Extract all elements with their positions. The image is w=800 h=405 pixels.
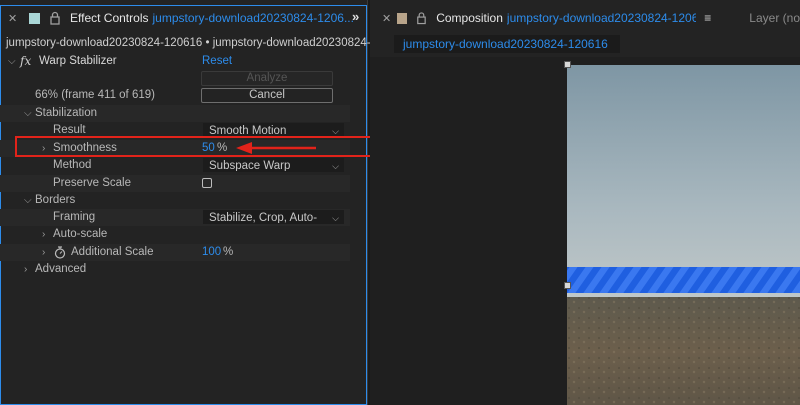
layer-tab-label[interactable]: Layer (no [749, 11, 800, 25]
advanced-group[interactable]: › Advanced [0, 261, 350, 278]
close-icon[interactable]: ✕ [382, 12, 393, 25]
breadcrumb: jumpstory-download20230824-120616 • jump… [6, 37, 409, 49]
borders-group[interactable]: ⌵ Borders [0, 192, 350, 209]
dropdown-chevron-icon: ⌵ [332, 161, 339, 171]
method-value: Subspace Warp [209, 160, 291, 172]
method-label: Method [53, 159, 92, 171]
framing-value: Stabilize, Crop, Auto-scale [209, 212, 318, 224]
lock-icon[interactable] [415, 11, 428, 25]
result-dropdown[interactable]: Smooth Motion ⌵ [203, 123, 344, 137]
video-frame [567, 65, 800, 405]
dropdown-chevron-icon: ⌵ [330, 211, 339, 223]
chevron-down-icon[interactable]: ⌵ [24, 192, 32, 209]
effect-controls-tab[interactable]: ✕ Effect Controls jumpstory-download2023… [0, 5, 367, 31]
chevron-right-icon[interactable]: › [24, 261, 27, 278]
auto-scale-group[interactable]: › Auto-scale [0, 226, 350, 243]
composition-tab[interactable]: ✕ Composition jumpstory-download20230824… [370, 5, 800, 31]
framing-dropdown[interactable]: Stabilize, Crop, Auto-scale ⌵ [203, 210, 344, 224]
cancel-button[interactable]: Cancel [201, 88, 333, 103]
effect-name: Warp Stabilizer [39, 55, 117, 67]
additional-scale-value[interactable]: 100 [202, 244, 221, 261]
borders-label: Borders [35, 194, 76, 206]
reset-link[interactable]: Reset [202, 53, 232, 70]
close-icon[interactable]: ✕ [8, 12, 20, 25]
progress-text: 66% (frame 411 of 619) [35, 89, 155, 101]
effect-swatch [29, 12, 40, 24]
layer-handle-left-middle[interactable] [564, 282, 571, 289]
framing-label: Framing [53, 211, 96, 223]
auto-scale-label: Auto-scale [53, 228, 108, 240]
additional-scale-row[interactable]: › Additional Scale 100 % [0, 244, 350, 261]
method-dropdown[interactable]: Subspace Warp ⌵ [203, 158, 344, 172]
stopwatch-icon[interactable] [54, 246, 66, 259]
chevron-down-icon[interactable]: ⌵ [8, 53, 16, 70]
composition-tab-title: Composition [436, 11, 503, 25]
chevron-down-icon[interactable]: ⌵ [24, 105, 32, 122]
chevron-right-icon[interactable]: › [42, 226, 45, 243]
lock-icon[interactable] [48, 11, 62, 25]
effect-header-row: ⌵ fx Warp Stabilizer Reset [0, 53, 350, 70]
menu-icon[interactable]: ≡ [704, 11, 711, 25]
highlight-box [15, 136, 403, 157]
tab-title: Effect Controls [70, 11, 149, 25]
preserve-scale-label: Preserve Scale [53, 177, 131, 189]
composition-name-tab[interactable]: jumpstory-download20230824-120616 [394, 35, 620, 53]
red-arrow-icon [236, 142, 316, 154]
additional-scale-label: Additional Scale [71, 246, 154, 258]
preserve-scale-row: Preserve Scale [0, 175, 350, 192]
composition-tab-link[interactable]: jumpstory-download20230824-120616 [507, 11, 696, 25]
chevron-right-icon[interactable]: › [42, 244, 45, 261]
overflow-icon[interactable]: » [352, 9, 359, 24]
advanced-label: Advanced [35, 263, 87, 275]
additional-scale-unit: % [223, 246, 234, 258]
stabilization-group[interactable]: ⌵ Stabilization [0, 105, 350, 122]
layer-handle-top-left[interactable] [564, 61, 571, 68]
preserve-scale-checkbox[interactable] [202, 178, 212, 188]
analysis-banner [567, 267, 800, 293]
analyze-button[interactable]: Analyze [201, 71, 333, 86]
comp-swatch [397, 12, 408, 24]
stabilization-label: Stabilization [35, 107, 98, 119]
tab-layer-link[interactable]: jumpstory-download20230824-1206... [152, 11, 353, 25]
fx-icon[interactable]: fx [20, 53, 31, 70]
